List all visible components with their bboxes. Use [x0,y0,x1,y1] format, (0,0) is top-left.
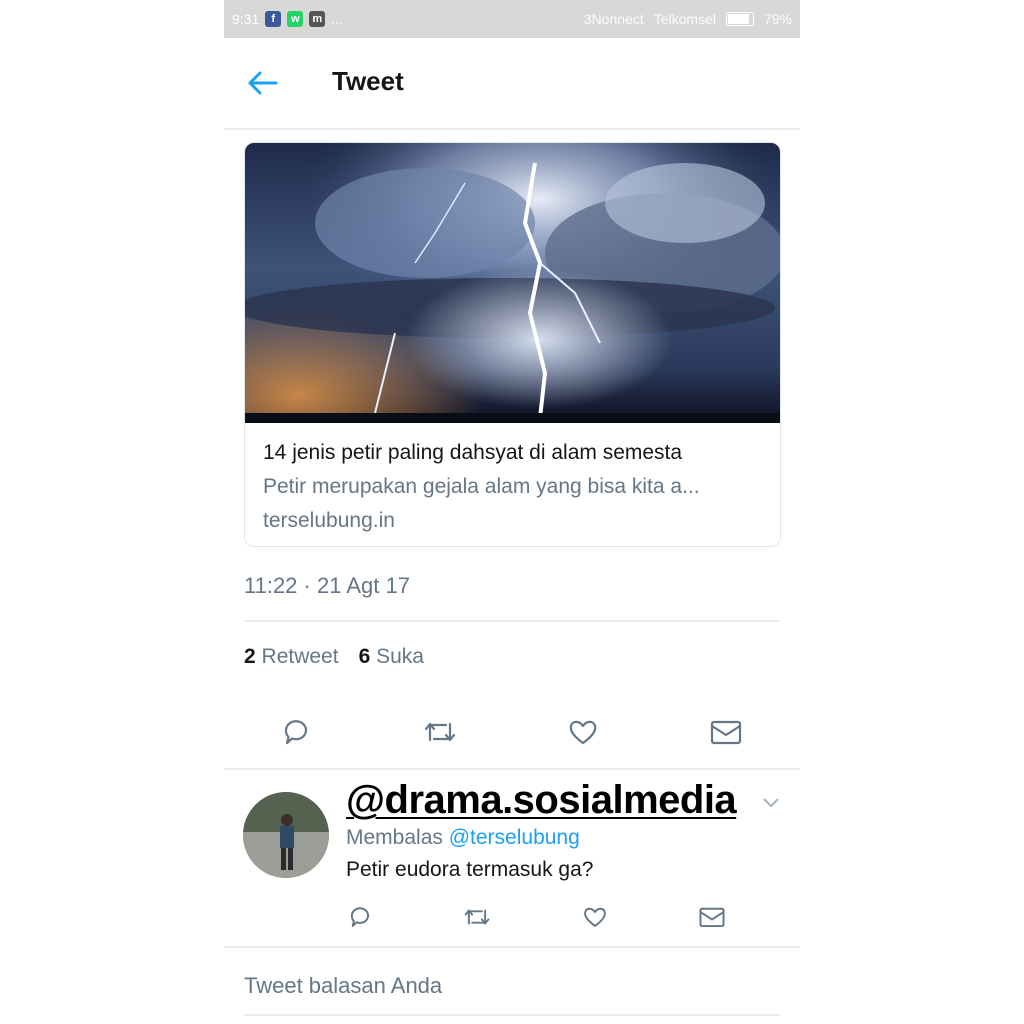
reply-text: Petir eudora termasuk ga? [346,858,594,881]
reply-message-button[interactable] [695,900,729,934]
reply-compose-input[interactable]: Tweet balasan Anda [244,973,442,999]
replying-to: Membalas @terselubung [346,826,580,850]
retweet-icon [424,722,456,742]
reply-button[interactable] [276,712,316,752]
arrow-left-icon [248,71,278,95]
like-count-link[interactable]: 6 Suka [359,645,424,669]
overlay-handle-watermark: @drama.sosialmedia [346,778,737,822]
whatsapp-icon: w [287,11,304,27]
reply-actions [224,900,800,934]
retweet-icon [464,909,490,925]
reply-tweet[interactable]: @drama.sosialmedia Membalas @terselubung… [224,772,800,947]
retweet-label: Retweet [261,645,339,668]
replying-prefix: Membalas [346,826,443,849]
divider [224,768,800,770]
link-preview-card[interactable]: 14 jenis petir paling dahsyat di alam se… [244,142,781,547]
retweet-count: 2 [244,645,256,668]
carrier-right: Telkomsel [653,11,716,27]
heart-icon [584,907,606,927]
storm-lightning-image [245,143,780,423]
link-description: Petir merupakan gejala alam yang bisa ki… [263,475,700,498]
retweet-button[interactable] [420,712,460,752]
reply-like-button[interactable] [578,900,612,934]
heart-icon [569,720,597,745]
direct-message-button[interactable] [706,712,746,752]
link-domain: terselubung.in [263,509,395,532]
reply-reply-button[interactable] [343,900,377,934]
status-overflow: ... [331,11,343,27]
like-label: Suka [376,645,424,668]
status-bar: 9:31 f w m ... 3Nonnect Telkomsel 79% [224,0,800,38]
tweet-detail-screen: 9:31 f w m ... 3Nonnect Telkomsel 79% Tw… [224,0,800,1024]
top-bar: Tweet [224,38,800,130]
mail-icon [699,907,725,928]
reply-icon [350,907,370,927]
retweet-count-link[interactable]: 2 Retweet [244,645,339,669]
divider [244,1014,780,1016]
reply-icon [284,720,308,745]
battery-percent: 79% [763,11,792,27]
avatar[interactable] [243,792,329,878]
page-title: Tweet [332,66,404,96]
battery-icon [725,12,754,26]
carrier-left: 3Nonnect [583,11,644,27]
mail-icon [710,720,742,745]
reply-retweet-button[interactable] [460,900,494,934]
chevron-down-icon[interactable] [762,796,780,810]
facebook-icon: f [265,11,282,27]
link-title: 14 jenis petir paling dahsyat di alam se… [263,441,683,464]
messenger-icon: m [309,11,326,27]
divider [224,946,800,948]
tweet-actions [224,712,800,752]
replying-handle-link[interactable]: @terselubung [449,826,580,849]
back-button[interactable] [246,68,280,98]
tweet-timestamp: 11:22 · 21 Agt 17 [244,573,410,598]
tweet-stats: 2 Retweet 6 Suka [244,645,424,669]
user-photo [243,792,329,878]
like-button[interactable] [563,712,603,752]
divider [244,620,780,622]
like-count: 6 [358,645,371,668]
status-time: 9:31 [232,11,260,27]
